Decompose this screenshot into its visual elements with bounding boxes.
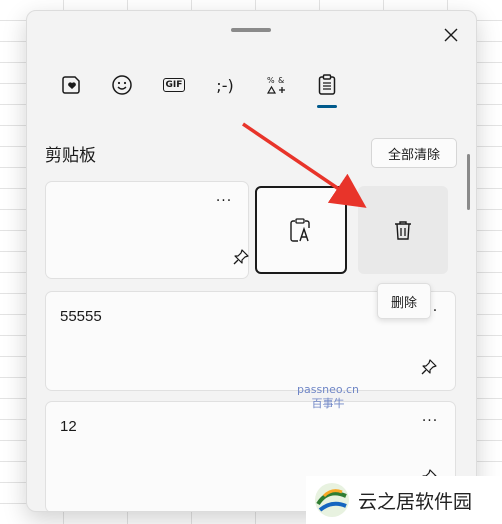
annotation-arrow bbox=[242, 122, 367, 208]
logo-text: 云之居软件园 bbox=[358, 490, 473, 513]
logo-emblem-icon bbox=[315, 483, 349, 517]
corner-logo: 云之居软件园 bbox=[306, 476, 502, 524]
